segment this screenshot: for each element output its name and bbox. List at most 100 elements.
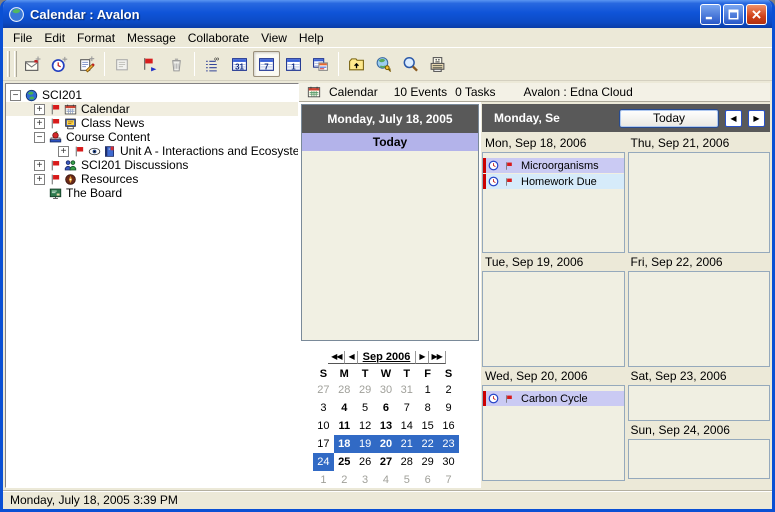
mini-calendar-day[interactable]: 6 xyxy=(417,471,438,488)
expand-icon[interactable]: + xyxy=(34,174,45,185)
mini-calendar-day[interactable]: 29 xyxy=(417,453,438,471)
maximize-button[interactable] xyxy=(723,4,744,25)
new-task-button[interactable] xyxy=(73,51,100,77)
mini-calendar-day[interactable]: 27 xyxy=(313,381,334,399)
day-cell[interactable] xyxy=(628,271,771,367)
mini-calendar-day[interactable]: 24 xyxy=(313,453,334,471)
month-view-button[interactable]: 31 xyxy=(226,51,253,77)
menu-format[interactable]: Format xyxy=(71,30,121,46)
day-cell[interactable]: Carbon Cycle xyxy=(482,385,625,481)
day-cell[interactable] xyxy=(628,152,771,253)
mini-calendar-day[interactable]: 18 xyxy=(334,435,355,453)
mini-calendar-month-label[interactable]: Sep 2006 xyxy=(358,351,417,364)
minimize-button[interactable] xyxy=(700,4,721,25)
menu-view[interactable]: View xyxy=(255,30,293,46)
tree-item-unit-a-interactions-and-ecosystems[interactable]: +Unit A - Interactions and Ecosystems xyxy=(6,144,298,158)
mini-calendar-day[interactable]: 9 xyxy=(438,399,459,417)
mini-calendar-day[interactable]: 10 xyxy=(313,417,334,435)
flag-item-button[interactable] xyxy=(136,51,163,77)
mini-calendar-day[interactable]: 11 xyxy=(334,417,355,435)
mini-calendar-day[interactable]: 22 xyxy=(417,435,438,453)
toolbar-grip-icon[interactable] xyxy=(7,51,10,77)
event-carbon-cycle[interactable]: Carbon Cycle xyxy=(483,391,624,406)
expand-icon[interactable]: + xyxy=(34,104,45,115)
mini-calendar-day[interactable]: 1 xyxy=(417,381,438,399)
mini-calendar-day[interactable]: 27 xyxy=(376,453,397,471)
next-month-button[interactable]: ▶ xyxy=(416,351,428,364)
mini-calendar-day[interactable]: 29 xyxy=(355,381,376,399)
mini-calendar-day[interactable]: 20 xyxy=(376,435,397,453)
menu-edit[interactable]: Edit xyxy=(38,30,71,46)
tree-item-sci201[interactable]: −SCI201 xyxy=(6,88,298,102)
today-button[interactable]: Today xyxy=(619,109,719,128)
mini-calendar-day[interactable]: 26 xyxy=(355,453,376,471)
mini-calendar-day[interactable]: 28 xyxy=(396,453,417,471)
menu-collaborate[interactable]: Collaborate xyxy=(182,30,255,46)
mini-calendar-day[interactable]: 30 xyxy=(438,453,459,471)
prev-month-button[interactable]: ◀ xyxy=(345,351,357,364)
next-year-button[interactable]: ▶▶ xyxy=(429,351,446,364)
mini-calendar-day[interactable]: 7 xyxy=(396,399,417,417)
menu-file[interactable]: File xyxy=(7,30,38,46)
mini-calendar-day[interactable]: 14 xyxy=(396,417,417,435)
new-event-button[interactable] xyxy=(46,51,73,77)
mini-calendar-day[interactable]: 25 xyxy=(334,453,355,471)
close-button[interactable] xyxy=(746,4,767,25)
mini-calendar-day[interactable]: 13 xyxy=(376,417,397,435)
event-homework-due[interactable]: Homework Due xyxy=(483,174,624,189)
menu-help[interactable]: Help xyxy=(293,30,330,46)
mini-calendar-day[interactable]: 15 xyxy=(417,417,438,435)
mini-calendar-day[interactable]: 5 xyxy=(396,471,417,488)
mini-calendar-day[interactable]: 12 xyxy=(355,417,376,435)
collapse-icon[interactable]: − xyxy=(34,132,45,143)
week-view-button[interactable]: 7 xyxy=(253,51,280,77)
tree-item-course-content[interactable]: −Course Content xyxy=(6,130,298,144)
permissions-button[interactable] xyxy=(370,51,397,77)
day-view-button[interactable]: 1 xyxy=(280,51,307,77)
day-cell[interactable] xyxy=(628,439,771,479)
search-button[interactable] xyxy=(397,51,424,77)
mini-calendar-day[interactable]: 17 xyxy=(313,435,334,453)
multi-week-view-button[interactable] xyxy=(307,51,334,77)
expand-icon[interactable]: + xyxy=(34,160,45,171)
day-cell[interactable]: MicroorganismsHomework Due xyxy=(482,152,625,253)
expand-icon[interactable]: + xyxy=(34,118,45,129)
mini-calendar-day[interactable]: 2 xyxy=(438,381,459,399)
mini-calendar-day[interactable]: 23 xyxy=(438,435,459,453)
event-microorganisms[interactable]: Microorganisms xyxy=(483,158,624,173)
toolbar-grip-icon[interactable] xyxy=(14,51,17,77)
menu-message[interactable]: Message xyxy=(121,30,182,46)
new-message-button[interactable] xyxy=(19,51,46,77)
day-cell[interactable] xyxy=(628,385,771,421)
prev-week-button[interactable]: ◀ xyxy=(725,110,742,127)
mini-calendar-day[interactable]: 2 xyxy=(334,471,355,488)
tree-item-calendar[interactable]: +Calendar xyxy=(6,102,298,116)
mini-calendar-day[interactable]: 31 xyxy=(396,381,417,399)
tree-item-resources[interactable]: +Resources xyxy=(6,172,298,186)
mini-calendar-day[interactable]: 1 xyxy=(313,471,334,488)
mini-calendar-day[interactable]: 4 xyxy=(376,471,397,488)
mini-calendar-day[interactable]: 8 xyxy=(417,399,438,417)
mini-calendar-day[interactable]: 5 xyxy=(355,399,376,417)
expand-icon[interactable]: + xyxy=(58,146,69,157)
mini-calendar-day[interactable]: 30 xyxy=(376,381,397,399)
mini-calendar-day[interactable]: 21 xyxy=(396,435,417,453)
up-level-button[interactable] xyxy=(343,51,370,77)
mini-calendar-day[interactable]: 4 xyxy=(334,399,355,417)
tree-item-sci201-discussions[interactable]: +SCI201 Discussions xyxy=(6,158,298,172)
day-view-body[interactable] xyxy=(302,151,478,340)
prev-year-button[interactable]: ◀◀ xyxy=(328,351,345,364)
day-cell[interactable] xyxy=(482,271,625,367)
mini-calendar-day[interactable]: 3 xyxy=(313,399,334,417)
mini-calendar-day[interactable]: 3 xyxy=(355,471,376,488)
next-week-button[interactable]: ▶ xyxy=(748,110,765,127)
tree-item-class-news[interactable]: +Class News xyxy=(6,116,298,130)
collapse-icon[interactable]: − xyxy=(10,90,21,101)
mini-calendar-day[interactable]: 16 xyxy=(438,417,459,435)
tree-item-the-board[interactable]: The Board xyxy=(6,186,298,200)
mini-calendar-day[interactable]: 28 xyxy=(334,381,355,399)
mini-calendar-day[interactable]: 19 xyxy=(355,435,376,453)
print-button[interactable] xyxy=(424,51,451,77)
mini-calendar-day[interactable]: 7 xyxy=(438,471,459,488)
agenda-view-button[interactable]: ∞ xyxy=(199,51,226,77)
